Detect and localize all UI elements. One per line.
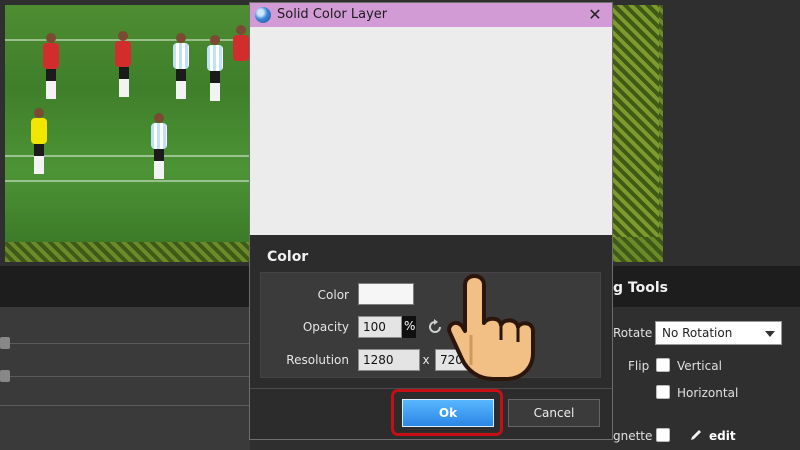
vignette-checkbox[interactable] xyxy=(656,428,670,442)
track-line xyxy=(0,405,250,406)
player-leg xyxy=(46,69,56,99)
cancel-button[interactable]: Cancel xyxy=(508,399,600,427)
vertical-checkbox[interactable] xyxy=(656,358,670,372)
player-leg xyxy=(176,69,186,99)
resolution-width-input[interactable]: 1280 xyxy=(358,349,420,371)
rotate-select[interactable]: No Rotation xyxy=(655,321,782,345)
player-leg xyxy=(34,144,44,174)
opacity-input[interactable]: 100 xyxy=(358,316,402,338)
vignette-label: gnette xyxy=(613,429,653,443)
player xyxy=(43,33,59,69)
edit-link[interactable]: edit xyxy=(709,429,736,443)
rotate-value: No Rotation xyxy=(662,326,733,340)
track-handle[interactable] xyxy=(0,337,10,349)
vertical-label: Vertical xyxy=(677,359,722,373)
field-line xyxy=(5,180,250,182)
editing-tools-panel: g Tools Rotate No Rotation Flip Vertical… xyxy=(613,266,800,450)
rotate-label: Rotate xyxy=(613,326,653,340)
pointing-hand-icon xyxy=(447,274,535,381)
ok-button[interactable]: Ok xyxy=(402,399,494,427)
player xyxy=(151,113,167,149)
flip-label: Flip xyxy=(628,359,650,373)
player xyxy=(207,35,223,71)
track-line xyxy=(0,376,250,377)
player xyxy=(115,31,131,67)
section-title: Color xyxy=(267,249,309,265)
player xyxy=(233,25,249,61)
horizontal-checkbox[interactable] xyxy=(656,385,670,399)
video-frame-image xyxy=(5,5,250,242)
player-leg xyxy=(154,149,164,179)
color-swatch[interactable] xyxy=(358,283,414,305)
color-preview xyxy=(250,27,612,235)
opacity-unit: % xyxy=(402,316,416,338)
player-leg xyxy=(210,71,220,101)
dialog-titlebar[interactable]: Solid Color Layer ✕ xyxy=(250,3,612,27)
app-icon xyxy=(255,7,271,23)
close-button[interactable]: ✕ xyxy=(584,4,606,26)
chevron-down-icon xyxy=(765,331,775,337)
referee xyxy=(31,108,47,144)
track-handle[interactable] xyxy=(0,370,10,382)
track-line xyxy=(0,343,250,344)
color-label: Color xyxy=(317,288,349,302)
player xyxy=(173,33,189,69)
pattern-stripe xyxy=(611,5,659,237)
opacity-label: Opacity xyxy=(302,320,349,334)
timeline-area xyxy=(0,307,250,450)
resolution-label: Resolution xyxy=(286,353,349,367)
player-leg xyxy=(119,67,129,97)
dialog-title: Solid Color Layer xyxy=(277,7,388,22)
panel-title: g Tools xyxy=(613,280,668,296)
horizontal-label: Horizontal xyxy=(677,386,739,400)
pencil-icon[interactable] xyxy=(689,428,703,442)
